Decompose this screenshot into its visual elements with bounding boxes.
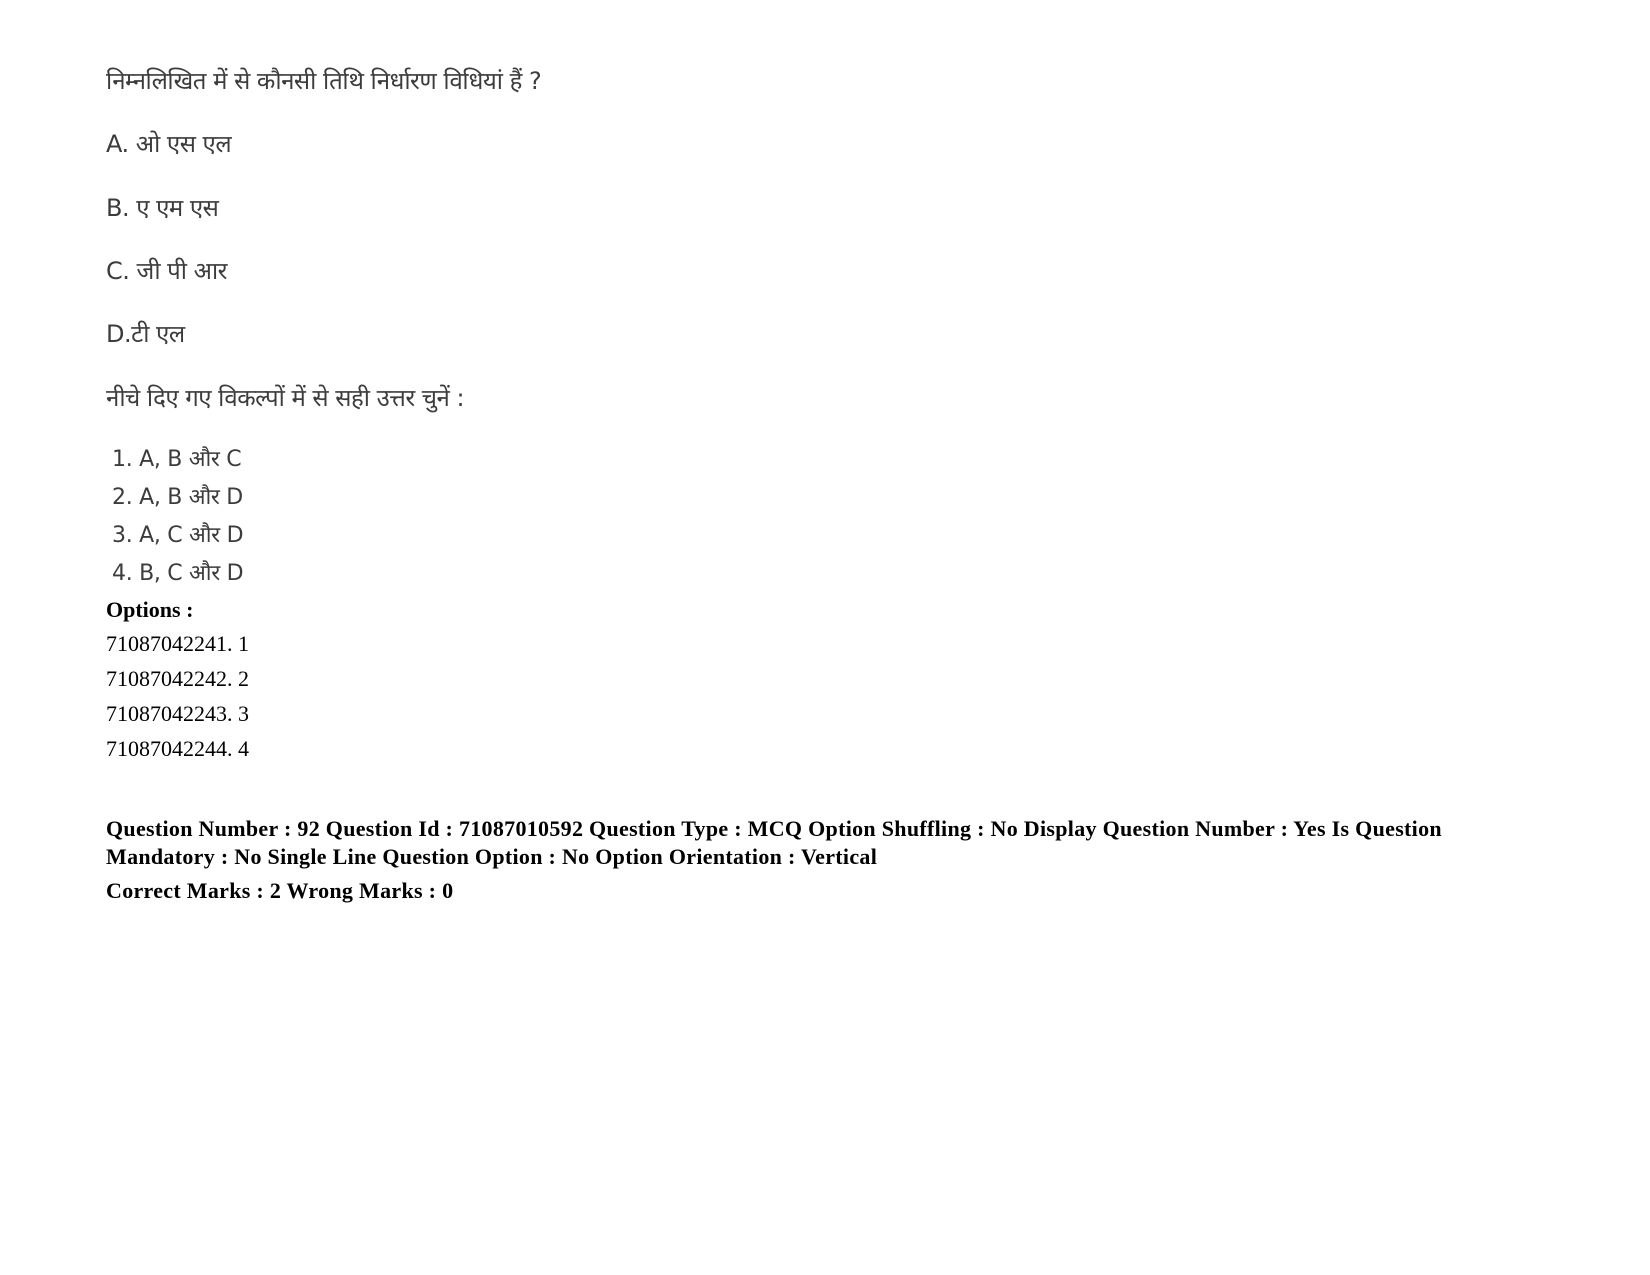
question-stem: निम्नलिखित में से कौनसी तिथि निर्धारण वि… xyxy=(106,67,542,95)
option-item-4: 71087042244. 4 xyxy=(106,736,249,761)
choice-4: 4. B, C और D xyxy=(112,561,244,586)
instruction-text: नीचे दिए गए विकल्पों में से सही उत्तर चु… xyxy=(106,384,465,412)
question-metadata: Question Number : 92 Question Id : 71087… xyxy=(106,816,1442,869)
marks-info: Correct Marks : 2 Wrong Marks : 0 xyxy=(106,878,454,903)
choice-2: 2. A, B और D xyxy=(112,485,243,510)
statement-d: D.टी एल xyxy=(106,320,185,348)
document-page: निम्नलिखित में से कौनसी तिथि निर्धारण वि… xyxy=(0,0,1650,1275)
options-heading: Options : xyxy=(106,597,194,622)
choice-3: 3. A, C और D xyxy=(112,523,244,548)
option-item-1: 71087042241. 1 xyxy=(106,631,249,656)
option-item-3: 71087042243. 3 xyxy=(106,701,249,726)
statement-c: C. जी पी आर xyxy=(106,257,228,285)
option-item-2: 71087042242. 2 xyxy=(106,666,249,691)
statement-a: A. ओ एस एल xyxy=(106,130,232,158)
choice-1: 1. A, B और C xyxy=(112,447,242,472)
statement-b: B. ए एम एस xyxy=(106,194,219,222)
